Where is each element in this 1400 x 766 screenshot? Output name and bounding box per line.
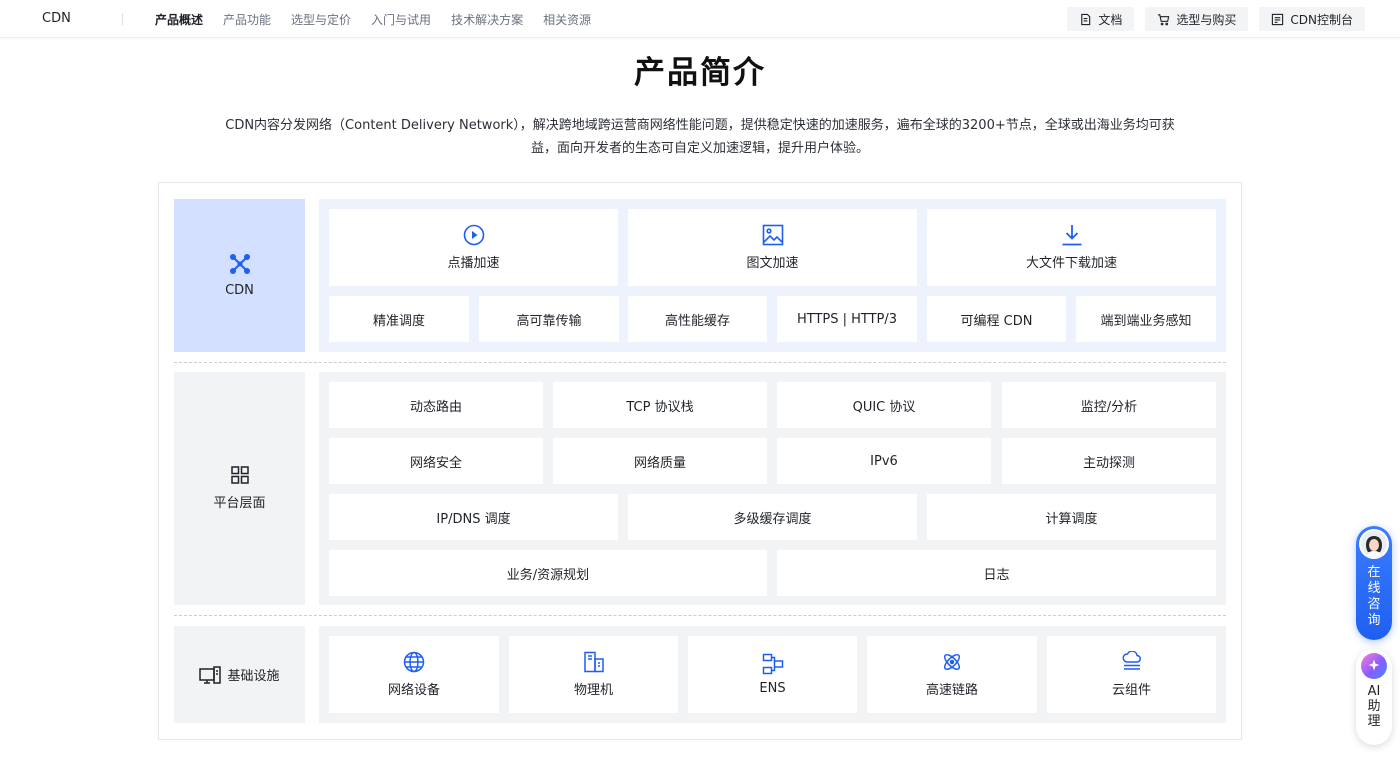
console-label: CDN控制台 (1290, 12, 1353, 27)
platform-item[interactable]: 网络安全 (329, 438, 543, 484)
cdn-network-icon (229, 254, 250, 274)
tab-pricing[interactable]: 选型与定价 (291, 11, 351, 28)
physical-machine-card[interactable]: 物理机 (509, 636, 678, 713)
platform-layer-title: 平台层面 (213, 496, 266, 511)
cloud-component-card[interactable]: 云组件 (1047, 636, 1216, 713)
console-button[interactable]: CDN控制台 (1259, 7, 1365, 31)
docs-button[interactable]: 文档 (1067, 7, 1135, 31)
cdn-feature-item[interactable]: 高性能缓存 (628, 296, 767, 342)
platform-item[interactable]: 业务/资源规划 (329, 550, 767, 596)
cloud-component-label: 云组件 (1111, 683, 1151, 698)
cdn-feature-item[interactable]: 可编程 CDN (927, 296, 1066, 342)
nav-actions: 文档 选型与购买 CDN控制台 (1067, 7, 1365, 31)
layer-divider (174, 615, 1226, 616)
large-file-download-label: 大文件下载加速 (1025, 256, 1117, 271)
ai-assistant-label: AI助理 (1367, 684, 1381, 729)
nav-divider (122, 13, 123, 25)
agent-avatar-icon (1361, 531, 1387, 557)
cdn-feature-item[interactable]: HTTPS | HTTP/3 (777, 296, 917, 342)
ai-assistant-button[interactable]: AI助理 (1356, 649, 1392, 745)
page-title: 产品简介 (634, 55, 766, 91)
platform-item[interactable]: QUIC 协议 (777, 382, 991, 428)
high-speed-link-label: 高速链路 (925, 683, 978, 698)
vod-acceleration-card[interactable]: 点播加速 (329, 209, 618, 286)
infrastructure-icon (199, 665, 222, 684)
cloud-stack-icon (1122, 651, 1141, 670)
physical-machine-label: 物理机 (573, 683, 613, 698)
platform-item[interactable]: 计算调度 (927, 494, 1216, 540)
platform-item[interactable]: 网络质量 (553, 438, 767, 484)
docs-label: 文档 (1098, 12, 1123, 27)
cart-icon (1158, 13, 1170, 25)
nav-tabs: 产品概述 产品功能 选型与定价 入门与试用 技术解决方案 相关资源 (155, 0, 611, 38)
ens-label: ENS (759, 681, 786, 696)
network-device-card[interactable]: 网络设备 (329, 636, 499, 713)
platform-item[interactable]: IPv6 (777, 438, 991, 484)
tab-solutions[interactable]: 技术解决方案 (451, 11, 523, 28)
agent-avatar (1359, 529, 1389, 559)
globe-icon (403, 651, 425, 673)
cdn-feature-item[interactable]: 精准调度 (329, 296, 469, 342)
tab-getting-started[interactable]: 入门与试用 (371, 11, 431, 28)
server-device-icon (583, 651, 604, 673)
sparkle-icon (1368, 659, 1380, 671)
image-acceleration-label: 图文加速 (746, 256, 799, 271)
image-icon (762, 224, 783, 246)
play-circle-icon (463, 224, 484, 246)
edge-network-icon (762, 653, 783, 675)
image-acceleration-card[interactable]: 图文加速 (628, 209, 917, 286)
platform-item[interactable]: IP/DNS 调度 (329, 494, 618, 540)
link-atom-icon (943, 653, 961, 671)
platform-item[interactable]: TCP 协议栈 (553, 382, 767, 428)
cdn-feature-item[interactable]: 高可靠传输 (479, 296, 619, 342)
grid-icon (230, 466, 249, 484)
tab-features[interactable]: 产品功能 (223, 11, 271, 28)
console-icon (1272, 13, 1284, 25)
cdn-layer-label: CDN (174, 199, 305, 352)
platform-layer-label: 平台层面 (174, 372, 305, 605)
buy-label: 选型与购买 (1176, 12, 1237, 27)
vod-acceleration-label: 点播加速 (447, 256, 500, 271)
online-consult-button[interactable]: 在线咨询 (1356, 526, 1392, 640)
large-file-download-card[interactable]: 大文件下载加速 (927, 209, 1216, 286)
platform-item[interactable]: 多级缓存调度 (628, 494, 917, 540)
platform-item[interactable]: 日志 (777, 550, 1216, 596)
document-icon (1081, 13, 1091, 25)
ens-card[interactable]: ENS (688, 636, 857, 713)
platform-item[interactable]: 监控/分析 (1002, 382, 1216, 428)
buy-button[interactable]: 选型与购买 (1145, 7, 1249, 31)
cdn-feature-item[interactable]: 端到端业务感知 (1076, 296, 1216, 342)
platform-item[interactable]: 主动探测 (1002, 438, 1216, 484)
high-speed-link-card[interactable]: 高速链路 (867, 636, 1037, 713)
ai-sparkle-icon (1361, 653, 1387, 679)
top-nav: CDN 产品概述 产品功能 选型与定价 入门与试用 技术解决方案 相关资源 文档… (0, 0, 1400, 38)
infra-layer-label: 基础设施 (174, 626, 305, 723)
layer-divider (174, 362, 1226, 363)
tab-overview[interactable]: 产品概述 (155, 11, 203, 28)
download-icon (1062, 225, 1081, 246)
cdn-layer-title: CDN (225, 283, 254, 298)
infra-layer-title: 基础设施 (227, 669, 280, 684)
online-consult-label: 在线咨询 (1367, 565, 1381, 628)
tab-resources[interactable]: 相关资源 (543, 11, 591, 28)
intro-text: CDN内容分发网络（Content Delivery Network），解决跨地… (225, 118, 1175, 156)
platform-item[interactable]: 动态路由 (329, 382, 543, 428)
brand-title[interactable]: CDN (42, 11, 71, 26)
network-device-label: 网络设备 (387, 683, 440, 698)
